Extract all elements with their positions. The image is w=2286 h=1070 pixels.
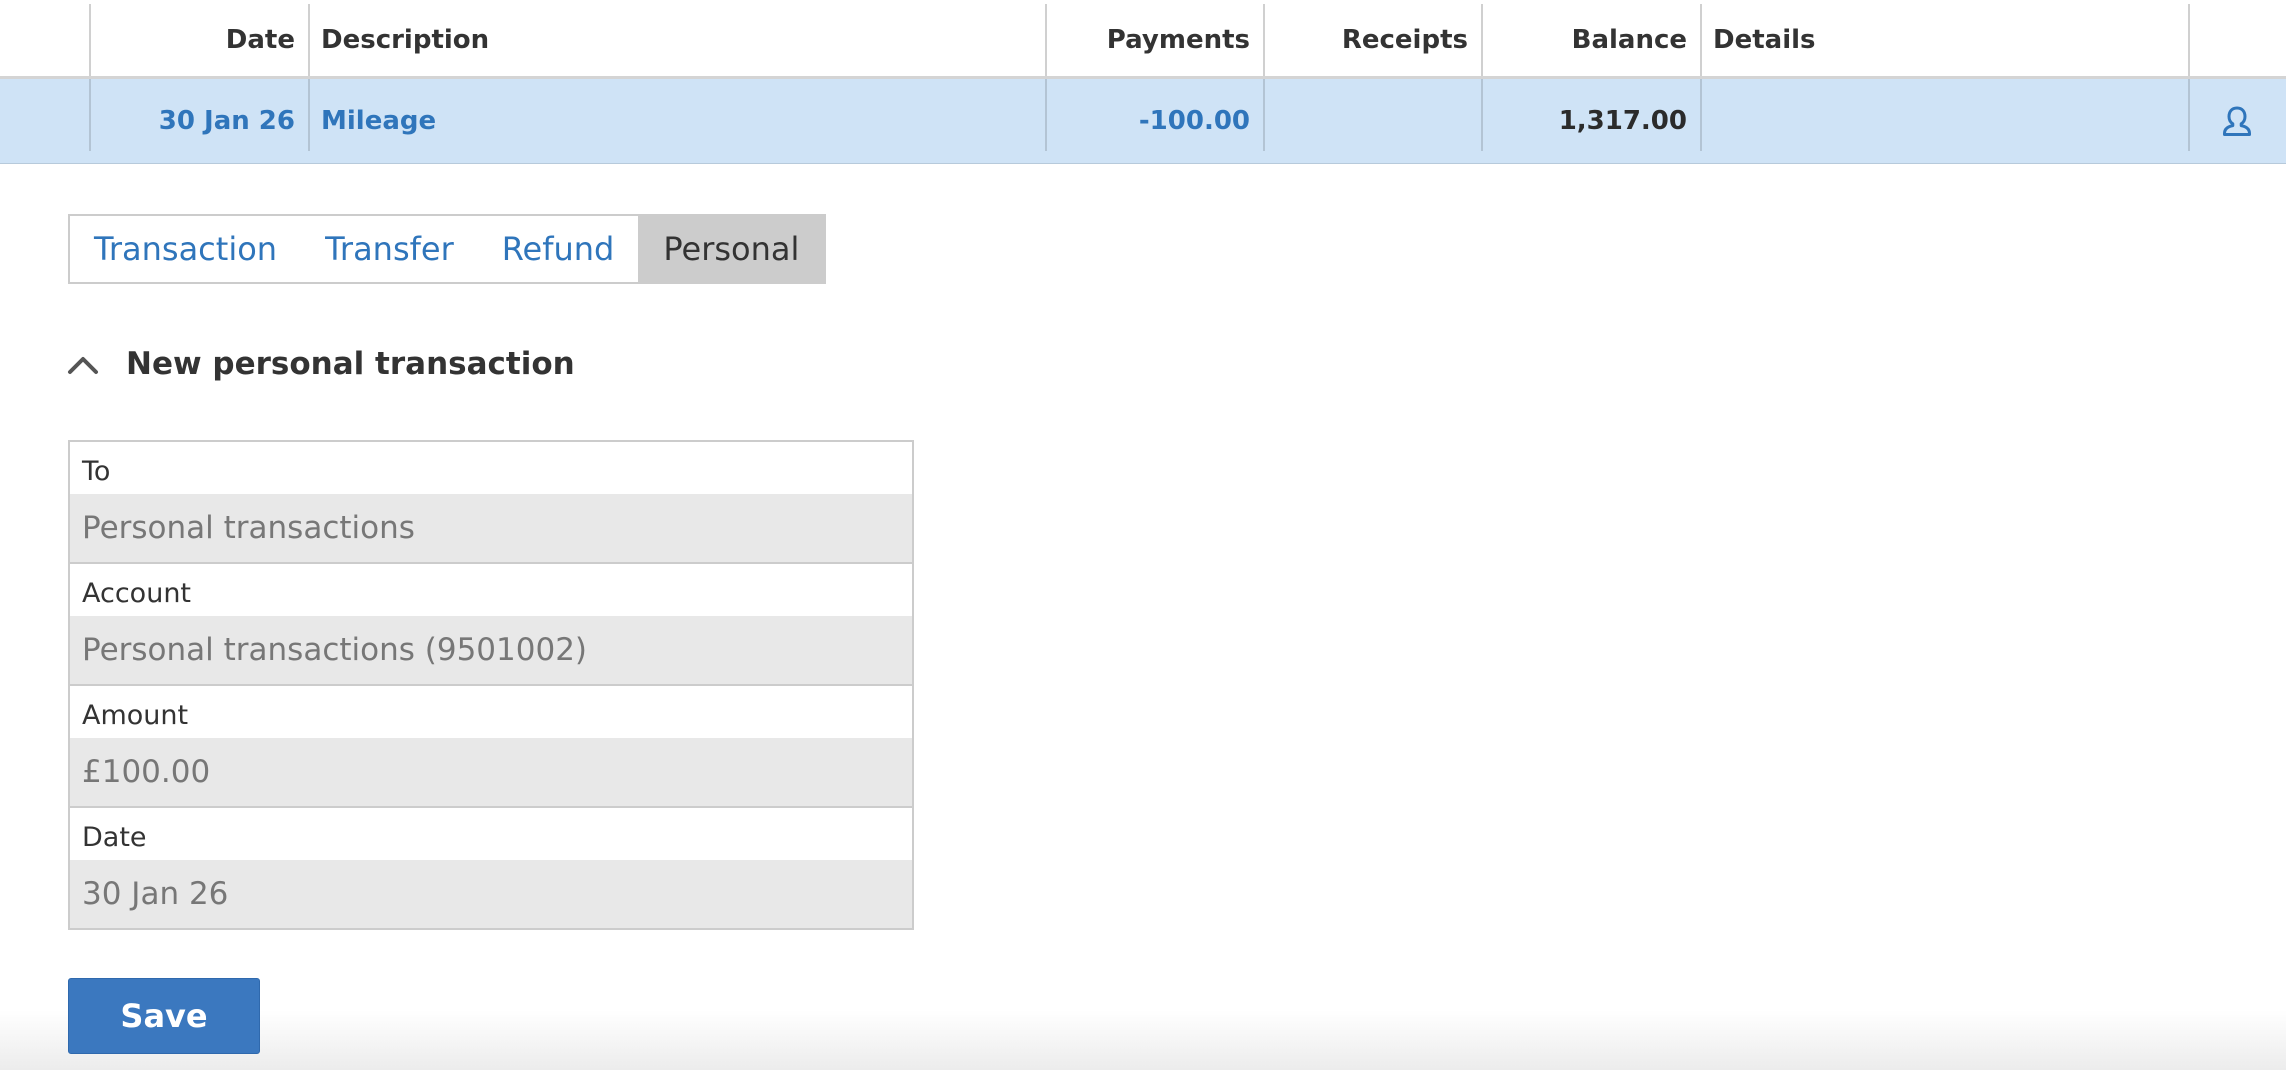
header-cell-action (2188, 0, 2286, 76)
header-receipts[interactable]: Receipts (1263, 0, 1481, 76)
tab-refund[interactable]: Refund (478, 216, 639, 282)
header-description[interactable]: Description (308, 0, 1045, 76)
section-title: New personal transaction (126, 346, 575, 382)
tab-transfer[interactable]: Transfer (301, 216, 478, 282)
account-value: Personal transactions (9501002) (70, 616, 912, 684)
table-header-row: Date Description Payments Receipts Balan… (0, 0, 2286, 79)
transaction-type-tabs: Transaction Transfer Refund Personal (68, 214, 827, 284)
date-field: Date 30 Jan 26 (70, 808, 912, 928)
date-label: Date (70, 808, 912, 860)
row-details (1700, 79, 2188, 163)
row-date[interactable]: 30 Jan 26 (89, 79, 308, 163)
account-label: Account (70, 564, 912, 616)
row-action[interactable] (2188, 79, 2286, 163)
header-date[interactable]: Date (89, 0, 308, 76)
save-button[interactable]: Save (68, 978, 260, 1054)
account-field: Account Personal transactions (9501002) (70, 564, 912, 686)
row-balance: 1,317.00 (1481, 79, 1700, 163)
header-balance[interactable]: Balance (1481, 0, 1700, 76)
person-icon[interactable] (2220, 104, 2254, 138)
header-cell-select (0, 0, 89, 76)
tab-transaction[interactable]: Transaction (70, 216, 301, 282)
amount-value: £100.00 (70, 738, 912, 806)
personal-transaction-form: To Personal transactions Account Persona… (68, 440, 914, 930)
row-payments[interactable]: -100.00 (1045, 79, 1263, 163)
amount-label: Amount (70, 686, 912, 738)
to-label: To (70, 442, 912, 494)
header-details[interactable]: Details (1700, 0, 2188, 76)
to-value: Personal transactions (70, 494, 912, 562)
to-field: To Personal transactions (70, 442, 912, 564)
row-description[interactable]: Mileage (308, 79, 1045, 163)
date-value: 30 Jan 26 (70, 860, 912, 928)
header-payments[interactable]: Payments (1045, 0, 1263, 76)
row-receipts (1263, 79, 1481, 163)
amount-field: Amount £100.00 (70, 686, 912, 808)
tab-personal[interactable]: Personal (638, 216, 825, 282)
row-cell-select[interactable] (0, 79, 89, 163)
chevron-up-icon[interactable] (66, 352, 100, 376)
section-header[interactable]: New personal transaction (66, 342, 575, 386)
bottom-fade (0, 1010, 2286, 1070)
transactions-table: Date Description Payments Receipts Balan… (0, 0, 2286, 164)
table-row[interactable]: 30 Jan 26 Mileage -100.00 1,317.00 (0, 79, 2286, 164)
